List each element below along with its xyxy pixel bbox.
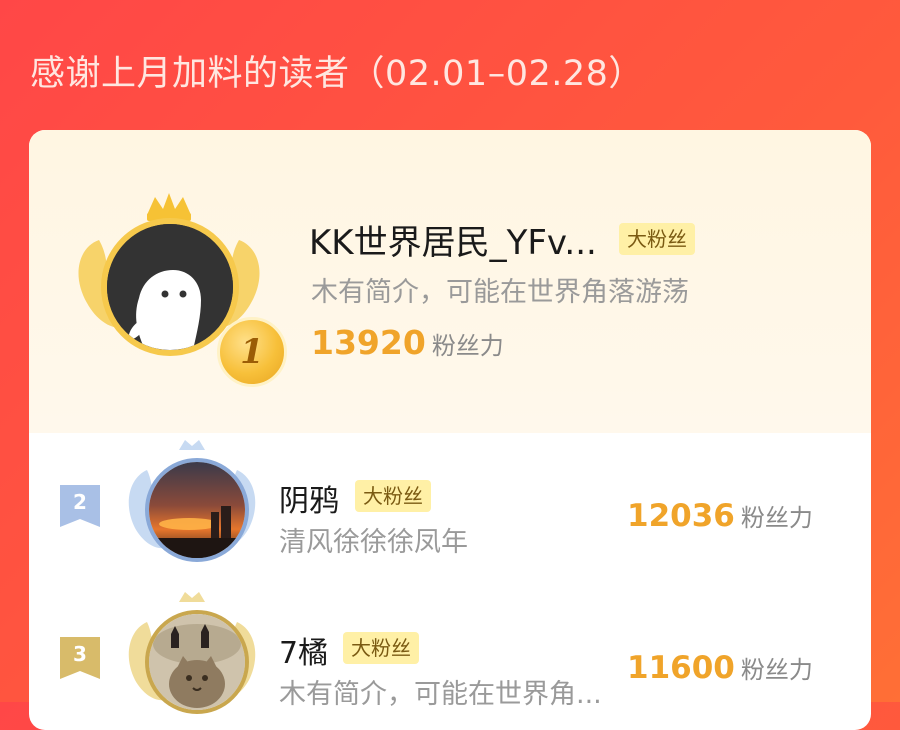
rank-1-score: 13920 粉丝力 [311,323,504,362]
rank-3-avatar-frame [117,590,267,720]
cat-dogs-photo-icon [149,614,245,710]
rank-2-score: 12036 粉丝力 [627,498,813,534]
rank-1-name: KK世界居民_YFv... [309,223,597,263]
rank-2-number: 2 [73,490,87,514]
rank-1-entry[interactable]: 1 KK世界居民_YFv... 大粉丝 木有简介，可能在世界角落游荡 13920… [29,130,871,433]
score-value: 12036 [627,498,735,534]
rank-1-avatar[interactable] [101,218,239,356]
page-title: 感谢上月加料的读者（02.01–02.28） [30,54,644,94]
rank-2-bio: 清风徐徐徐凤年 [279,527,468,558]
rank-3-score: 11600 粉丝力 [627,650,813,686]
score-unit: 粉丝力 [740,656,813,684]
rank-2-avatar-frame [117,438,267,568]
fan-level-badge: 大粉丝 [343,632,419,664]
sunset-photo-icon [149,462,245,558]
rank-3-ribbon: 3 [60,637,100,679]
rank-2-avatar[interactable] [145,458,249,562]
rank-3-number: 3 [73,642,87,666]
score-value: 13920 [311,323,426,362]
score-unit: 粉丝力 [431,332,504,360]
rank-3-entry[interactable]: 3 7橘 大粉丝 木有简介，可能在世界角... 11600 粉丝力 [29,585,871,730]
rank-3-avatar[interactable] [145,610,249,714]
reader-ranking-card: 1 KK世界居民_YFv... 大粉丝 木有简介，可能在世界角落游荡 13920… [29,130,871,730]
fan-level-badge: 大粉丝 [355,480,431,512]
score-unit: 粉丝力 [740,504,813,532]
rank-3-name: 7橘 [279,636,329,671]
rank-3-bio: 木有简介，可能在世界角... [279,679,602,710]
rank-1-bio: 木有简介，可能在世界角落游荡 [311,277,689,308]
default-user-avatar-icon [107,224,233,350]
rank-1-medal: 1 [217,317,287,387]
fan-level-badge: 大粉丝 [619,223,695,255]
score-value: 11600 [627,650,735,686]
rank-2-name: 阴鸦 [279,484,339,519]
rank-1-avatar-frame: 1 [69,185,287,387]
rank-2-ribbon: 2 [60,485,100,527]
rank-2-entry[interactable]: 2 阴鸦 大粉丝 清风徐徐徐凤年 12036 粉丝力 [29,433,871,583]
